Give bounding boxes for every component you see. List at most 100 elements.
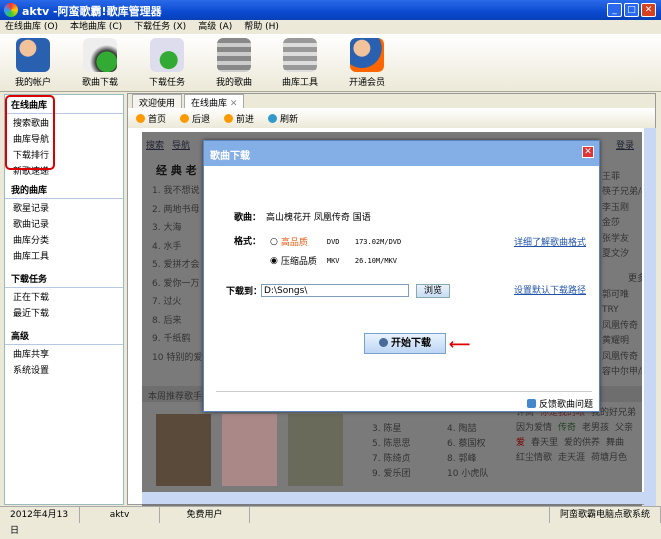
singer-photo[interactable] xyxy=(222,414,277,486)
web-link[interactable]: 搜索 xyxy=(146,138,164,151)
list-item[interactable]: 9. 千纸鹤 xyxy=(152,330,202,349)
list-item[interactable]: 张学友 xyxy=(602,232,642,248)
tag[interactable]: 红尘情歌 xyxy=(516,451,552,466)
list-item[interactable]: 10 小虎队 xyxy=(447,467,507,482)
format-option-high[interactable]: ○ 高品质 DVD 173.02M/DVD xyxy=(270,235,401,249)
format-info-link[interactable]: 详细了解歌曲格式 xyxy=(514,235,586,248)
menu-advanced[interactable]: 高级 (A) xyxy=(198,20,232,34)
singer-photo[interactable] xyxy=(288,414,343,486)
list-item[interactable]: 郭可唯 xyxy=(602,288,642,304)
web-links: 搜索 导航 xyxy=(146,138,190,151)
radio-unchecked[interactable]: ○ xyxy=(270,237,278,247)
tag[interactable]: 父亲 xyxy=(615,421,633,436)
sidebar-item-library-tools[interactable]: 曲库工具 xyxy=(5,249,123,265)
minimize-button[interactable]: _ xyxy=(607,3,622,17)
tag[interactable]: 春天里 xyxy=(531,436,558,451)
list-item[interactable]: 8. 后来 xyxy=(152,312,202,331)
tab-welcome[interactable]: 欢迎使用 xyxy=(132,94,183,109)
singer-photo[interactable] xyxy=(156,414,211,486)
tag[interactable]: 爱 xyxy=(516,436,525,451)
menu-download-tasks[interactable]: 下载任务 (X) xyxy=(134,20,186,34)
format-option-compressed[interactable]: ◉ 压缩品质 MKV 26.10M/MKV xyxy=(270,254,397,268)
close-button[interactable]: ✕ xyxy=(641,3,656,17)
nav-label: 刷新 xyxy=(280,115,299,125)
web-link[interactable]: 导航 xyxy=(172,138,190,151)
user-info-icon xyxy=(16,38,50,72)
list-item[interactable]: 5. 爱拼才会 xyxy=(152,256,202,275)
sidebar-item-categories[interactable]: 曲库分类 xyxy=(5,233,123,249)
list-item[interactable]: 筷子兄弟/小沈阳 xyxy=(602,185,642,201)
list-item[interactable]: 凤凰传奇 xyxy=(602,319,642,335)
list-item[interactable]: 4. 陶喆 xyxy=(447,422,507,437)
home-button[interactable]: 首页 xyxy=(136,112,166,125)
list-item[interactable]: 王菲 xyxy=(602,170,642,186)
list-item[interactable]: 金莎 xyxy=(602,216,642,232)
list-item[interactable]: 凤凰传奇 xyxy=(602,350,642,366)
format-label: 格式： xyxy=(234,237,262,247)
tag[interactable]: 舞曲 xyxy=(606,436,624,451)
my-songs-button[interactable]: 我的歌曲 xyxy=(204,38,264,88)
list-item[interactable]: 7. 过火 xyxy=(152,293,202,312)
headphones-download-icon xyxy=(83,38,117,72)
back-button[interactable]: 后退 xyxy=(180,112,210,125)
radio-checked[interactable]: ◉ xyxy=(270,256,278,266)
horizontal-scrollbar[interactable] xyxy=(142,492,644,504)
list-item[interactable]: 6. 蔡国权 xyxy=(447,437,507,452)
more-link[interactable]: 更多 xyxy=(602,272,642,288)
list-item[interactable]: 5. 陈思思 xyxy=(372,437,447,452)
list-item[interactable]: 李玉刚 xyxy=(602,201,642,217)
vertical-scrollbar[interactable] xyxy=(644,128,656,506)
tag[interactable]: 荷塘月色 xyxy=(591,451,627,466)
menu-help[interactable]: 帮助 (H) xyxy=(244,20,279,34)
refresh-button[interactable]: 刷新 xyxy=(268,112,299,125)
song-download-button[interactable]: 歌曲下载 xyxy=(70,38,130,88)
status-product: 阿蛮歌霸电脑点歌系统 xyxy=(548,507,661,523)
download-icon xyxy=(379,338,388,347)
login-link[interactable]: 登录 xyxy=(616,138,634,151)
list-item[interactable]: 2. 两地书母 xyxy=(152,201,202,220)
menu-online-library[interactable]: 在线曲库 (O) xyxy=(5,20,58,34)
list-item[interactable]: 9. 爱乐团 xyxy=(372,467,447,482)
tool-label: 歌曲下载 xyxy=(81,78,118,88)
list-item[interactable]: TRY xyxy=(602,303,642,319)
forward-button[interactable]: 前进 xyxy=(224,112,254,125)
feedback-link[interactable]: 反馈歌曲问题 xyxy=(527,397,593,410)
dialog-close-button[interactable]: ✕ xyxy=(582,146,594,158)
more-link[interactable]: 更多 xyxy=(602,154,642,170)
default-path-link[interactable]: 设置默认下载路径 xyxy=(514,283,586,296)
tag[interactable]: 走天涯 xyxy=(558,451,585,466)
browse-button[interactable]: 浏览 xyxy=(416,284,450,298)
list-item[interactable]: 6. 爱你一万 xyxy=(152,275,202,294)
list-item[interactable]: 7. 陈绮贞 xyxy=(372,452,447,467)
sidebar-item-singer-records[interactable]: 歌星记录 xyxy=(5,201,123,217)
list-item[interactable]: 3. 陈星 xyxy=(372,422,447,437)
list-item[interactable]: 夏文汐 xyxy=(602,247,642,263)
sidebar-item-recent-downloads[interactable]: 最近下载 xyxy=(5,306,123,322)
tag[interactable]: 老男孩 xyxy=(582,421,609,436)
sidebar-item-song-records[interactable]: 歌曲记录 xyxy=(5,217,123,233)
maximize-button[interactable]: □ xyxy=(624,3,639,17)
tag[interactable]: 爱的供养 xyxy=(564,436,600,451)
start-download-button[interactable]: 开始下载 xyxy=(364,333,446,354)
tag[interactable]: 因为爱情 xyxy=(516,421,552,436)
tag[interactable]: 传奇 xyxy=(558,421,576,436)
list-item[interactable]: 3. 大海 xyxy=(152,219,202,238)
list-item[interactable]: 8. 郭峰 xyxy=(447,452,507,467)
list-item[interactable]: 10 特别的爱 xyxy=(152,349,202,368)
sidebar-item-downloading[interactable]: 正在下载 xyxy=(5,290,123,306)
sidebar-item-system-settings[interactable]: 系统设置 xyxy=(5,363,123,379)
list-item[interactable]: 1. 我不想说 xyxy=(152,182,202,201)
user-star-icon xyxy=(350,38,384,72)
my-account-button[interactable]: 我的帐户 xyxy=(3,38,63,88)
sidebar-item-library-share[interactable]: 曲库共享 xyxy=(5,347,123,363)
download-tasks-button[interactable]: 下载任务 xyxy=(137,38,197,88)
list-item[interactable]: 容中尔甲/阳 xyxy=(602,365,642,381)
library-tools-button[interactable]: 曲库工具 xyxy=(270,38,330,88)
list-item[interactable]: 4. 水手 xyxy=(152,238,202,257)
menu-local-library[interactable]: 本地曲库 (C) xyxy=(70,20,122,34)
database-gear-icon xyxy=(283,38,317,72)
open-membership-button[interactable]: 开通会员 xyxy=(337,38,397,88)
list-item[interactable]: 黄耀明 xyxy=(602,334,642,350)
tab-online-library[interactable]: 在线曲库 ✕ xyxy=(184,94,245,109)
download-path-input[interactable]: D:\Songs\ xyxy=(261,284,409,297)
